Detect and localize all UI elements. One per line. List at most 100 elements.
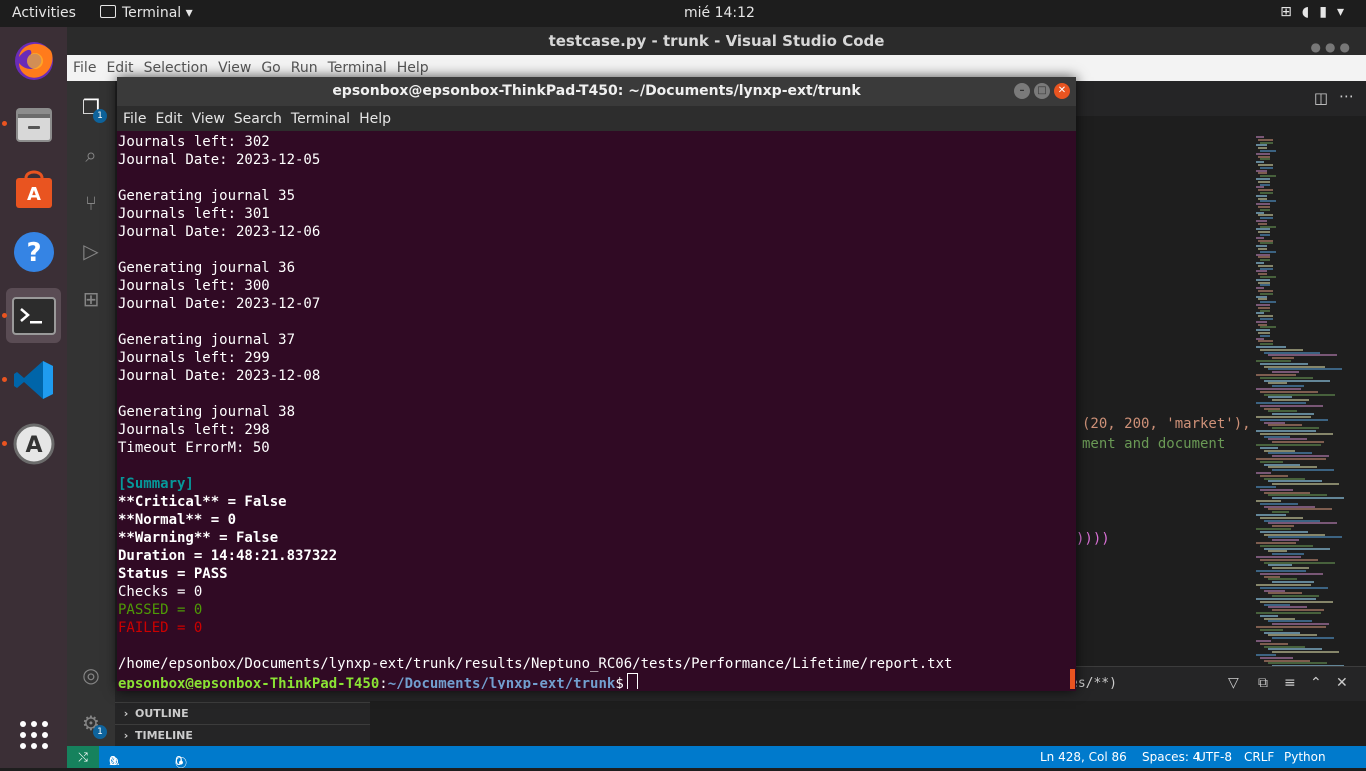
terminal-line: **Normal** = 0 [118,512,237,528]
terminal-line: Journal Date: 2023-12-05 [118,152,321,168]
minimap-line [1258,206,1270,208]
close-icon[interactable]: ✕ [1054,83,1070,99]
remote-indicator[interactable]: ⤭ [67,746,99,768]
minimap-line [1256,312,1264,315]
minimap-line [1256,262,1264,264]
source-control-icon[interactable]: ⑂ [79,191,103,215]
clock[interactable]: mié 14:12 [684,5,755,21]
minimap-line [1268,522,1337,525]
menu-file[interactable]: File [123,106,146,132]
show-applications-button[interactable] [6,707,61,762]
minimap-line [1260,175,1276,178]
terminal-line: **Warning** = False [118,530,279,546]
outline-section[interactable]: › OUTLINE [115,702,370,725]
dock-item-software[interactable]: A [6,160,61,215]
minimap-line [1256,178,1270,180]
minimap-line [1272,385,1304,388]
minimap-line [1260,614,1278,617]
split-editor-icon[interactable]: ◫ [1314,89,1328,107]
maximize-icon[interactable]: □ [1034,83,1050,99]
minimap-line [1260,208,1270,211]
warning-count: 0 [109,754,117,768]
menu-view[interactable]: View [192,106,225,132]
minimap-line [1272,441,1324,444]
panel-filter-input[interactable]: es/**) [1070,676,1117,691]
app-menu[interactable]: Terminal ▾ [100,5,193,21]
maximize-panel-icon[interactable]: ⌃ [1310,675,1322,691]
close-panel-icon[interactable]: ✕ [1336,675,1348,691]
dock-item-updater[interactable]: A [6,416,61,471]
minimap-line [1260,418,1328,421]
collapse-all-icon[interactable]: ⧉ [1258,675,1268,691]
close-icon[interactable]: ● [1340,40,1354,54]
terminal-line: Status = PASS [118,566,228,582]
settings-gear-icon[interactable]: ⚙ 1 [79,711,107,739]
minimap-line [1260,558,1318,561]
minimap-line [1268,592,1302,595]
vscode-title: testcase.py - trunk - Visual Studio Code [548,32,885,50]
activities-button[interactable]: Activities [12,5,76,21]
dock-item-help[interactable]: ? [6,224,61,279]
terminal-line: Journals left: 299 [118,350,270,366]
menu-file[interactable]: File [73,55,96,81]
terminal-scrollbar[interactable] [1070,669,1075,689]
more-actions-icon[interactable]: ⋯ [1339,87,1354,105]
terminal-line: Checks = 0 [118,584,203,600]
minimap-line [1260,544,1313,547]
minimap-line [1256,211,1264,214]
minimap-line [1256,295,1267,298]
dock-item-files[interactable] [6,96,61,151]
filter-icon[interactable]: ▽ [1228,675,1239,691]
end-of-line[interactable]: CRLF [1244,750,1274,764]
explorer-icon[interactable]: ❐ 1 [79,95,107,123]
minimap-line [1256,570,1306,572]
language-mode[interactable]: Python [1284,750,1326,764]
minimap-line [1256,528,1291,530]
minimap-line [1256,360,1291,362]
view-menu-icon[interactable]: ≡ [1284,675,1296,691]
menu-terminal[interactable]: Terminal [291,106,350,132]
minimap-line [1256,287,1264,290]
menu-help[interactable]: Help [359,106,391,132]
menu-edit[interactable]: Edit [155,106,182,132]
minimap-line [1256,598,1316,600]
terminal-prompt-line[interactable]: epsonbox@epsonbox-ThinkPad-T450:~/Docume… [118,673,1073,689]
minimize-icon[interactable]: ● [1311,40,1325,54]
terminal-output[interactable]: Journals left: 302 Journal Date: 2023-12-… [118,133,1073,689]
minimap-line [1258,264,1273,267]
menu-search[interactable]: Search [234,106,282,132]
terminal-titlebar[interactable]: epsonbox@epsonbox-ThinkPad-T450: ~/Docum… [117,77,1076,106]
minimap-line [1264,533,1325,536]
terminal-line: FAILED = 0 [118,620,203,636]
minimap-line [1258,315,1273,318]
minimap-line [1260,362,1308,365]
minimap-line [1256,203,1270,206]
terminal-line: Duration = 14:48:21.837322 [118,548,338,564]
minimap-line [1260,309,1270,312]
dock-item-vscode[interactable] [6,352,61,407]
vscode-icon [13,360,53,399]
minimap-line [1256,152,1270,155]
minimap-line [1256,169,1267,172]
cursor-position[interactable]: Ln 428, Col 86 [1040,750,1127,764]
maximize-icon[interactable]: ● [1325,40,1339,54]
dock-item-firefox[interactable] [6,32,61,87]
minimap-line [1256,472,1271,474]
account-icon[interactable]: ◎ [79,663,103,687]
chevron-right-icon: › [123,707,129,720]
run-debug-icon[interactable]: ▷ [79,239,103,263]
minimap-line [1264,351,1320,354]
minimize-icon[interactable]: – [1014,83,1030,99]
encoding[interactable]: UTF-8 [1197,750,1232,764]
timeline-section[interactable]: › TIMELINE [115,724,370,747]
dock-item-terminal[interactable] [6,288,61,343]
minimap-line [1260,334,1270,337]
search-icon[interactable]: ⌕ [79,143,103,167]
indentation[interactable]: Spaces: 4 [1142,750,1200,764]
minimap-line [1264,617,1295,620]
extensions-icon[interactable]: ⊞ [79,287,103,311]
minimap[interactable] [1254,136,1354,668]
minimap-line [1258,248,1267,250]
system-tray[interactable]: ⊞◖▮▾ [1280,4,1354,20]
